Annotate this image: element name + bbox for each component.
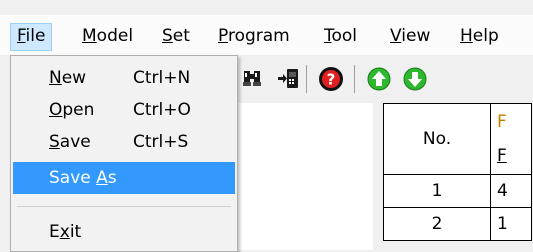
menu-model[interactable]: Model <box>76 23 139 49</box>
menu-view-label: iew <box>401 26 431 46</box>
menu-file[interactable]: File <box>10 23 53 51</box>
table-header-partial-bottom: F <box>497 146 507 166</box>
menu-program-key: P <box>218 26 228 46</box>
file-dropdown-menu: New Ctrl+N Open Ctrl+O Save Ctrl+S Save … <box>10 55 238 252</box>
menu-set-label: et <box>172 26 190 46</box>
table-cell-value: 4 <box>490 174 532 208</box>
menu-item-save-as[interactable]: Save As <box>13 162 235 194</box>
menu-item-new-key: N <box>49 68 62 88</box>
menu-item-open-text: pen <box>62 100 95 120</box>
menu-tool[interactable]: Tool <box>318 23 363 49</box>
menu-item-save-text: ave <box>59 132 91 152</box>
binoculars-icon[interactable] <box>240 65 266 93</box>
toolbar-separator <box>354 65 355 93</box>
menu-item-open-key: O <box>49 100 63 120</box>
table-cell-value: 1 <box>490 207 532 241</box>
menu-file-key: F <box>17 26 26 46</box>
menu-item-new[interactable]: New Ctrl+N <box>13 62 235 94</box>
table-header-no: No. <box>383 103 491 175</box>
menu-item-shortcut: Ctrl+O <box>133 100 191 120</box>
menu-tool-key: T <box>324 26 332 46</box>
menu-item-shortcut: Ctrl+N <box>133 68 191 88</box>
table-row: 1 4 <box>383 174 532 208</box>
menu-set-key: S <box>162 26 173 46</box>
menu-item-exit-text: it <box>69 222 82 242</box>
menu-view-key: V <box>390 26 402 46</box>
menu-item-save[interactable]: Save Ctrl+S <box>13 126 235 158</box>
menu-item-label: Save As <box>49 162 117 194</box>
table-header-partial: F F <box>490 103 532 175</box>
menu-item-label: Open <box>49 94 94 126</box>
menu-model-label: odel <box>96 26 134 46</box>
down-arrow-icon[interactable] <box>400 65 430 93</box>
window-top-strip <box>0 0 533 15</box>
menu-separator <box>17 206 231 207</box>
workspace-pane <box>236 103 373 250</box>
help-icon[interactable]: ? <box>316 65 346 93</box>
menu-item-save-as-pre: Save <box>49 168 97 188</box>
table-header-partial-top: F <box>497 112 507 132</box>
menu-item-label: Save <box>49 126 91 158</box>
menu-bar: File Model Set Program Tool View Help <box>0 15 533 55</box>
svg-text:?: ? <box>327 71 336 89</box>
menu-file-label: ile <box>25 26 46 46</box>
menu-item-exit[interactable]: Exit <box>13 216 235 248</box>
download-to-device-icon[interactable] <box>276 65 302 93</box>
menu-tool-label: ool <box>331 26 358 46</box>
menu-help-label: elp <box>472 26 499 46</box>
data-table: No. F F 1 4 2 1 <box>383 103 532 241</box>
menu-item-exit-key: x <box>59 222 70 242</box>
menu-item-open[interactable]: Open Ctrl+O <box>13 94 235 126</box>
toolbar-separator <box>306 65 307 93</box>
menu-item-save-key: S <box>49 132 60 152</box>
menu-view[interactable]: View <box>384 23 436 49</box>
menu-program[interactable]: Program <box>212 23 296 49</box>
up-arrow-icon[interactable] <box>364 65 394 93</box>
menu-item-exit-pre: E <box>49 222 60 242</box>
menu-item-label: Exit <box>49 216 81 248</box>
menu-item-save-as-text: s <box>107 168 117 188</box>
menu-item-label: New <box>49 62 86 94</box>
menu-help[interactable]: Help <box>454 23 505 49</box>
table-cell-no: 1 <box>383 174 491 208</box>
table-cell-no: 2 <box>383 207 491 241</box>
table-header-row: No. F F <box>383 103 532 175</box>
menu-help-key: H <box>460 26 473 46</box>
menu-program-label: rogram <box>227 26 290 46</box>
menu-set[interactable]: Set <box>156 23 196 49</box>
menu-item-shortcut: Ctrl+S <box>133 132 189 152</box>
menu-item-save-as-key: A <box>96 168 108 188</box>
menu-model-key: M <box>82 26 97 46</box>
table-row: 2 1 <box>383 207 532 241</box>
menu-item-new-text: ew <box>61 68 87 88</box>
